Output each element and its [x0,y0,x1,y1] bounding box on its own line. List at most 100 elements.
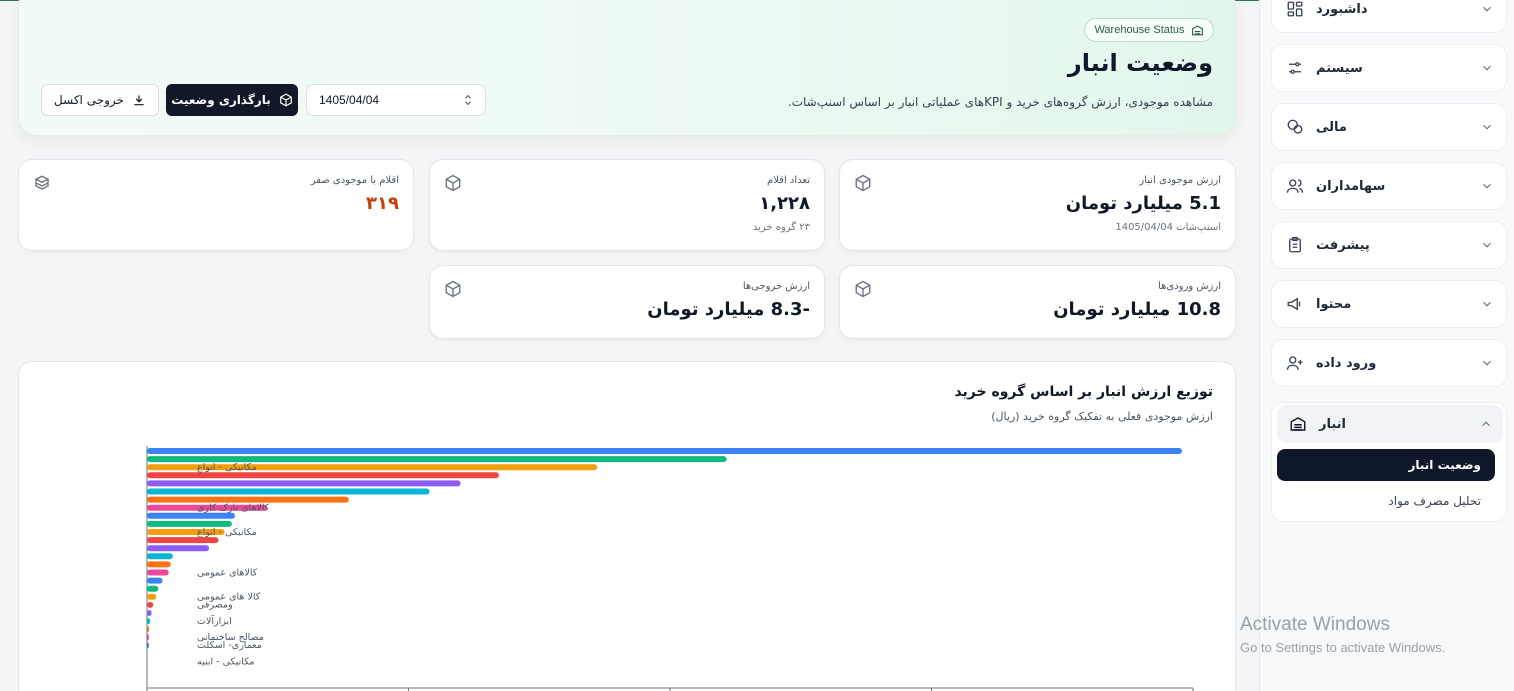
chart-bar[interactable] [147,626,150,633]
chart-bar[interactable] [147,488,430,495]
chart-bar[interactable] [147,601,154,608]
sidebar-item-system[interactable]: سیستم [1271,44,1507,92]
sidebar-item-finance[interactable]: مالی [1271,103,1507,151]
export-excel-label: خروجی اکسل [54,93,124,107]
sidebar-item-shareholders[interactable]: سهامداران [1271,162,1507,210]
warehouse-status-badge: Warehouse Status [1084,18,1214,42]
kpi-label: ارزش ورودی‌ها [1158,281,1221,292]
sidebar-item-dashboard[interactable]: داشبورد [1271,0,1507,33]
users-icon [1286,177,1304,195]
chart-bar[interactable] [147,569,169,576]
box-icon [445,280,461,298]
chevron-down-icon [1480,238,1494,252]
y-axis-tick-label: مکانیکی - انواع [197,462,257,473]
y-axis-tick-label: کالاهای نازک کاری [197,503,270,514]
watermark-title: Activate Windows [1240,614,1390,635]
chart-bar[interactable] [147,480,461,487]
sliders-icon [1286,59,1304,77]
chart-bar[interactable] [147,593,157,600]
sidebar-group-warehouse-header[interactable]: انبار [1277,405,1503,443]
package-icon [279,93,292,107]
kpi-stock-value-card: ارزش موجودی انبار 5.1 میلیارد تومان اسنپ… [839,159,1236,251]
badge-label: Warehouse Status [1094,24,1185,36]
kpi-value: ۱,۲۲۸ [759,193,810,214]
kpi-label: ارزش خروجی‌ها [742,281,810,292]
kpi-hint: اسنپ‌شات 1405/04/04 [1115,222,1221,233]
sidebar-item-label: داشبورد [1316,1,1368,17]
sidebar-item-progress[interactable]: پیشرفت [1271,221,1507,269]
chart-bar[interactable] [147,472,499,479]
sidebar: داشبورد سیستم مالی سهامداران پیشرفت محتو… [1259,0,1514,691]
kpi-outbound-value-card: ارزش خروجی‌ها -8.3 میلیارد تومان [429,265,825,339]
kpi-label: تعداد اقلام [767,175,810,186]
kpi-label: اقلام با موجودی صفر [310,175,399,186]
kpi-value: ۳۱۹ [366,193,399,214]
kpi-label: ارزش موجودی انبار [1139,175,1221,186]
megaphone-icon [1286,295,1304,313]
chart-bar[interactable] [147,634,149,641]
chart-bar[interactable] [147,553,173,560]
y-axis-tick-label: معماری- اسکلت [197,640,262,651]
user-plus-icon [1286,354,1304,372]
sidebar-item-label: پیشرفت [1316,237,1370,253]
box-icon [855,280,871,298]
sidebar-group-label: انبار [1319,416,1347,432]
y-axis-tick-label: کالاهای عمومی [197,567,258,578]
y-axis-tick-label: مکانیکی - ابنیه [197,656,254,667]
chart-bar[interactable] [147,642,149,649]
sidebar-item-data-entry[interactable]: ورود داده [1271,339,1507,387]
chart-bar[interactable] [147,618,151,625]
chart-bar[interactable] [147,585,159,592]
page-subtitle: مشاهده موجودی، ارزش گروه‌های خرید و KPIه… [787,95,1213,109]
bar-chart: مکانیکی - انواع کالاهای نازک کاری مکانیکی … [146,446,1194,691]
kpi-value: 10.8 میلیارد تومان [1053,299,1221,320]
windows-activation-watermark: Activate Windows Go to Settings to activ… [1240,614,1445,655]
download-icon [134,95,144,106]
chevron-up-icon [1479,417,1493,431]
page-title: وضعیت انبار [1067,49,1213,77]
warehouse-icon [1289,415,1307,433]
kpi-hint: ۲۳ گروه خرید [752,222,810,233]
snapshot-date-value: 1405/04/04 [319,93,380,107]
sidebar-item-label: سهامداران [1316,178,1386,194]
kpi-value: -8.3 میلیارد تومان [647,299,810,320]
chart-bar[interactable] [147,610,152,616]
chart-bar[interactable] [147,577,163,584]
box-icon [445,174,461,192]
export-excel-button[interactable]: خروجی اکسل [41,84,159,116]
chevron-down-icon [1480,179,1494,193]
sidebar-subitem-material-consumption[interactable]: تحلیل مصرف مواد [1277,485,1495,517]
chart-bar[interactable] [147,448,1182,454]
chevron-down-icon [1480,61,1494,75]
chevron-down-icon [1480,120,1494,134]
chevron-down-icon [1480,2,1494,16]
load-status-label: بارگذاری وضعیت [171,93,271,107]
sidebar-item-content[interactable]: محتوا [1271,280,1507,328]
watermark-subtitle: Go to Settings to activate Windows. [1240,640,1446,655]
y-axis-tick-label: ابزارآلات [197,614,232,627]
grid-icon [1286,0,1304,18]
warehouse-icon [1191,25,1203,35]
kpi-value: 5.1 میلیارد تومان [1065,193,1221,214]
chevron-down-icon [1480,297,1494,311]
select-arrows-icon [464,94,472,106]
coins-icon [1286,118,1304,136]
snapshot-date-select[interactable]: 1405/04/04 [306,84,486,116]
sidebar-item-label: محتوا [1316,296,1352,312]
boxes-icon [34,175,50,190]
chart-bar[interactable] [147,512,235,519]
chevron-down-icon [1480,356,1494,370]
clipboard-icon [1286,236,1304,254]
kpi-inbound-value-card: ارزش ورودی‌ها 10.8 میلیارد تومان [839,265,1236,339]
page-header-card: Warehouse Status وضعیت انبار مشاهده موجو… [18,0,1236,136]
chart-bar[interactable] [147,545,210,552]
kpi-zero-stock-card: اقلام با موجودی صفر ۳۱۹ [18,159,414,251]
kpi-item-count-card: تعداد اقلام ۱,۲۲۸ ۲۳ گروه خرید [429,159,825,251]
chart-bar[interactable] [147,561,171,568]
stock-distribution-chart-card: توزیع ارزش انبار بر اساس گروه خرید ارزش … [18,361,1236,691]
sidebar-item-label: مالی [1316,119,1347,135]
sidebar-item-label: سیستم [1316,60,1363,76]
load-status-button[interactable]: بارگذاری وضعیت [166,84,298,116]
sidebar-subitem-warehouse-status[interactable]: وضعیت انبار [1277,449,1495,481]
chart-bar[interactable] [147,537,219,544]
